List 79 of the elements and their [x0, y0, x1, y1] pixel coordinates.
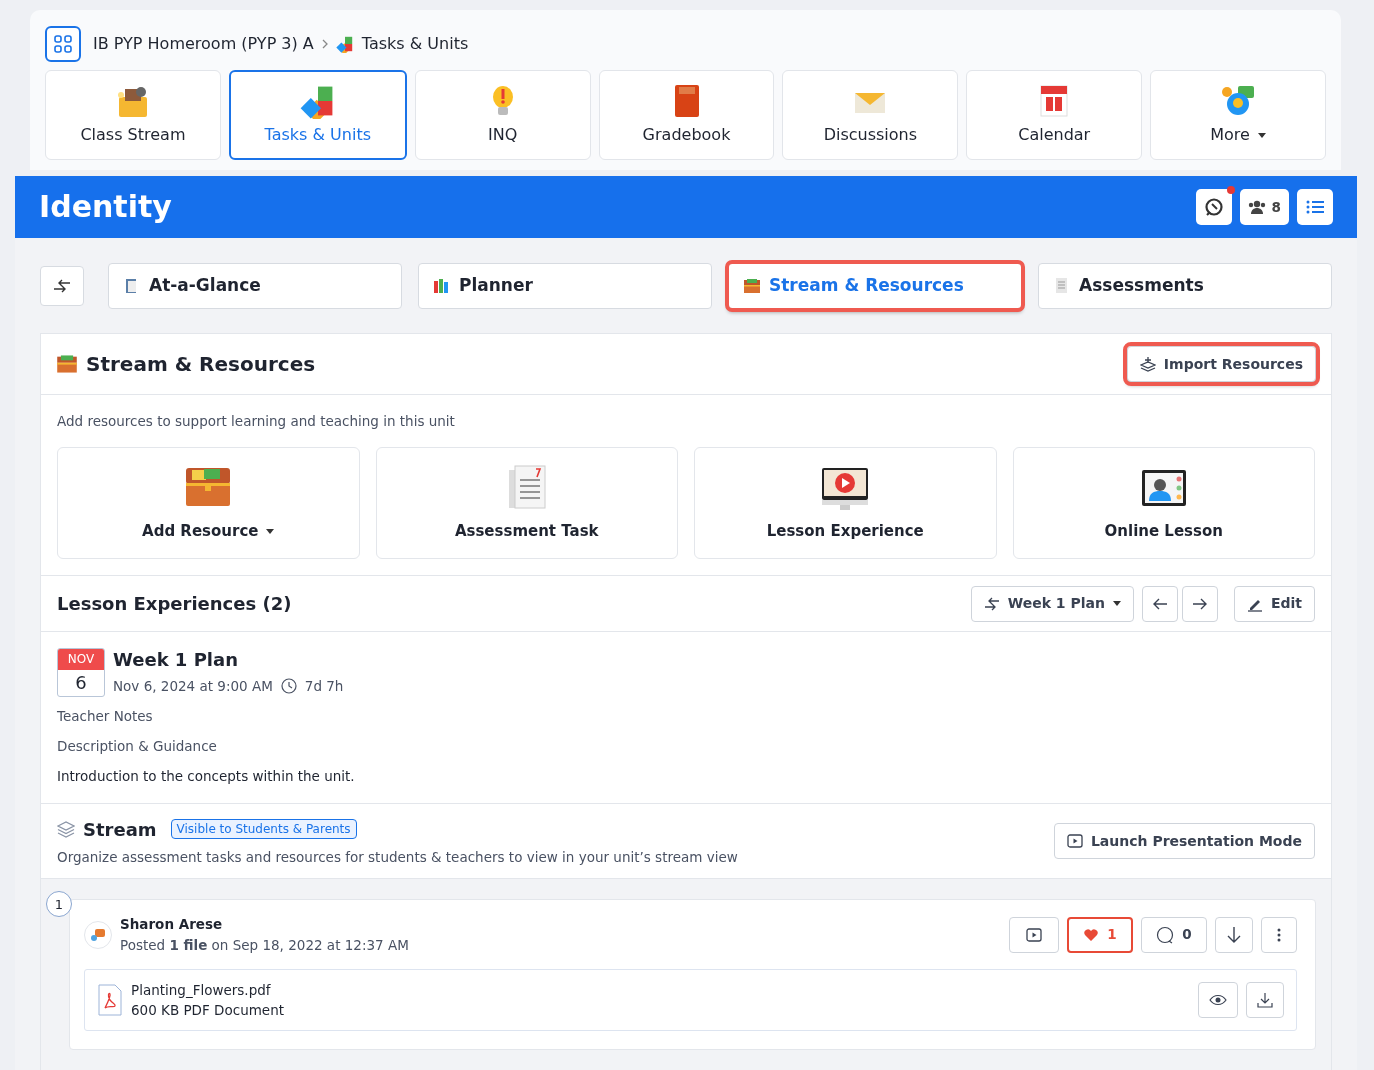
arrow-down-icon: [1226, 925, 1242, 944]
app-tile[interactable]: Tasks & Units: [228, 70, 407, 160]
heart-icon: [1083, 927, 1100, 942]
kebab-menu-icon: [1277, 927, 1281, 942]
note-text: Introduction to the concepts within the unit.: [57, 767, 356, 787]
users-icon: [1247, 200, 1266, 214]
pdf-file-icon: [97, 984, 123, 1016]
play-screen-icon: [1066, 834, 1083, 849]
arrow-right-icon: [1191, 596, 1208, 611]
resource-card[interactable]: Assessment Task: [375, 447, 678, 560]
unit-title: Identity: [39, 189, 172, 225]
chevron-icon: [321, 39, 328, 49]
caret-icon: [266, 528, 275, 534]
breadcrumb-link[interactable]: IB PYP Homeroom (PYP 3) A: [93, 32, 314, 56]
chest-icon: [743, 277, 761, 295]
next-button[interactable]: [1181, 585, 1218, 622]
caret-icon: [1112, 601, 1121, 607]
comments-button[interactable]: 0: [1141, 916, 1207, 953]
event-datetime: Nov 6, 2024 at 9:00 AM: [113, 677, 273, 697]
unit-tab[interactable]: Stream & Resources: [728, 263, 1022, 309]
preview-button[interactable]: [1198, 982, 1238, 1018]
swap-arrows-icon: [983, 595, 1000, 612]
download-icon: [1257, 992, 1273, 1008]
app-tile[interactable]: INQ: [414, 70, 591, 160]
app-tile[interactable]: Class Stream: [45, 70, 221, 160]
resource-card[interactable]: Lesson Experience: [694, 447, 997, 560]
swap-arrows-icon: [53, 277, 71, 295]
caret-icon: [1257, 132, 1266, 138]
app-tile[interactable]: Discussions: [782, 70, 959, 160]
breadcrumb-current: Tasks & Units: [361, 33, 469, 55]
app-tile[interactable]: Gradebook: [598, 70, 775, 160]
resource-card[interactable]: Online Lesson: [1012, 447, 1315, 560]
app-tile[interactable]: More: [1150, 70, 1326, 160]
list-button[interactable]: [1297, 189, 1333, 225]
previous-button[interactable]: [1141, 585, 1178, 622]
event-title: Week 1 Plan: [113, 648, 239, 673]
members-button[interactable]: 8: [1239, 189, 1289, 225]
layers-icon: [57, 820, 75, 839]
grid-icon: [54, 35, 72, 53]
edit-button[interactable]: Edit: [1233, 585, 1315, 622]
lessons-heading: Lesson Experiences (2): [57, 592, 292, 617]
file-meta: 600 KB PDF Document: [131, 1001, 284, 1020]
clock-icon: [280, 678, 297, 695]
apps-grid-button[interactable]: [45, 26, 81, 62]
note-text: Description & Guidance: [57, 737, 218, 757]
move-down-button[interactable]: [1215, 916, 1253, 953]
plan-select[interactable]: Week 1 Plan: [970, 585, 1134, 622]
list-icon: [1306, 200, 1324, 214]
import-stack-icon: [1139, 356, 1156, 372]
post-number: 1: [46, 891, 72, 918]
stream-description: Organize assessment tasks and resources for students & teachers to view in your unit’s stream view: [57, 847, 738, 867]
intro-text: Add resources to support learning and teaching in this unit: [57, 412, 456, 431]
stream-title: Stream: [83, 817, 157, 842]
file-name: Planting_Flowers.pdf: [131, 980, 272, 1000]
app-tile[interactable]: Calendar: [966, 70, 1143, 160]
comment-icon: [1156, 925, 1175, 944]
present-button[interactable]: [1009, 916, 1059, 953]
event-duration: 7d 7h: [304, 677, 344, 697]
unit-tab[interactable]: Planner: [418, 263, 712, 309]
author-name: Sharon Arese: [120, 915, 224, 935]
launch-presentation-button[interactable]: Launch Presentation Mode: [1053, 823, 1315, 860]
download-button[interactable]: [1246, 982, 1284, 1018]
chat-icon: [1203, 197, 1224, 217]
unit-tab[interactable]: At-a-Glance: [108, 263, 402, 309]
eye-icon: [1209, 994, 1227, 1006]
chest-icon: [56, 353, 78, 375]
play-screen-icon: [1026, 927, 1042, 942]
books-icon: [433, 277, 451, 295]
resource-card[interactable]: Add Resource: [57, 447, 360, 560]
note-text: Teacher Notes: [57, 707, 154, 727]
swap-button[interactable]: [40, 266, 84, 306]
like-button[interactable]: 1: [1067, 916, 1133, 953]
chat-button[interactable]: [1195, 189, 1232, 225]
unit-tab[interactable]: Assessments: [1038, 263, 1332, 309]
arrow-left-icon: [1151, 596, 1168, 611]
post-info: Posted 1 file on Sep 18, 2022 at 12:37 AM: [120, 935, 409, 955]
visibility-badge: Visible to Students & Parents: [170, 819, 357, 840]
section-title: Stream & Resources: [86, 352, 316, 376]
calendar-date: NOV 6: [57, 648, 105, 698]
